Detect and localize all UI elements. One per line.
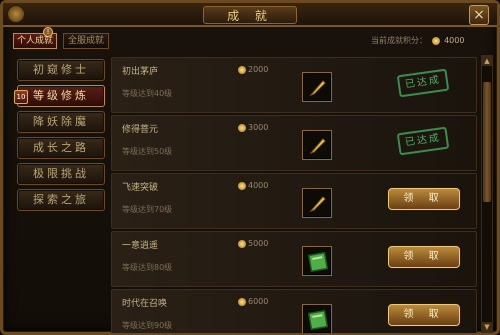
close-button[interactable]: × (469, 5, 489, 25)
reward-item-slot[interactable] (302, 72, 332, 102)
sidebar-item-challenge[interactable]: 极限挑战 (17, 163, 105, 185)
reward-item-slot[interactable] (302, 246, 332, 276)
sidebar-item-growth[interactable]: 成长之路 (17, 137, 105, 159)
coin-icon (238, 123, 246, 132)
reward-points: 5000 (236, 239, 268, 248)
achievement-name: 初出茅庐 (122, 67, 159, 77)
achievement-name: 飞速突破 (122, 183, 159, 193)
sidebar-item-label: 降妖除魔 (33, 115, 89, 128)
sidebar-count-badge: 10 (14, 90, 28, 104)
list-item: 时代在召唤 等级达到90级 6000 领 取 (111, 289, 477, 333)
sidebar-item-label: 成长之路 (33, 141, 89, 154)
claim-button[interactable]: 领 取 (388, 246, 460, 268)
reward-points: 3000 (236, 123, 268, 132)
achievement-requirement: 等级达到80级 (122, 263, 173, 272)
achievement-window: 成 就 × 个人成就 ! 全服成就 当前成就积分： 4000 初窥修士 10 等… (0, 0, 500, 335)
claim-button[interactable]: 领 取 (388, 188, 460, 210)
list-item: 一意逍遥 等级达到80级 5000 领 取 (111, 231, 477, 287)
achievement-list: 初出茅庐 等级达到40级 2000 已达成 修得菩元 等级达到50级 3000 … (111, 55, 479, 333)
coin-icon (238, 297, 246, 306)
achievement-name: 一意逍遥 (122, 241, 159, 251)
list-item: 飞速突破 等级达到70级 4000 领 取 (111, 173, 477, 229)
sidebar-item-leveling[interactable]: 10 等级修炼 (14, 85, 105, 107)
sidebar-item-label: 等级修炼 (33, 89, 89, 102)
sidebar-item-label: 探索之旅 (33, 193, 89, 206)
sidebar-item-label: 极限挑战 (33, 167, 89, 180)
completed-stamp: 已达成 (396, 126, 450, 156)
scroll-down-icon[interactable]: ▼ (482, 322, 492, 332)
coin-icon (431, 36, 440, 45)
reward-points: 4000 (236, 181, 268, 190)
reward-points: 6000 (236, 297, 268, 306)
coin-icon (238, 239, 246, 248)
score-label: 当前成就积分： (371, 36, 427, 45)
score-value: 4000 (444, 36, 465, 45)
scroll-up-icon[interactable]: ▲ (482, 56, 492, 66)
title-bar: 成 就 × (3, 3, 497, 27)
sidebar-item-beginner[interactable]: 初窥修士 (17, 59, 105, 81)
tab-alert-badge: ! (43, 27, 53, 37)
feather-icon (309, 196, 326, 213)
tab-server[interactable]: 全服成就 (63, 33, 109, 49)
list-scrollbar[interactable]: ▲ ▼ (481, 55, 493, 333)
reward-item-slot[interactable] (302, 188, 332, 218)
sidebar-item-demon[interactable]: 降妖除魔 (17, 111, 105, 133)
book-icon (307, 309, 329, 331)
sidebar-item-label: 初窥修士 (33, 63, 89, 76)
feather-icon (309, 80, 326, 97)
reward-item-slot[interactable] (302, 304, 332, 333)
coin-icon (238, 65, 246, 74)
window-title: 成 就 (203, 6, 297, 24)
scroll-thumb[interactable] (483, 82, 491, 202)
completed-stamp: 已达成 (396, 68, 450, 98)
achievement-requirement: 等级达到50级 (122, 147, 173, 156)
achievement-requirement: 等级达到90级 (122, 321, 173, 330)
list-item: 初出茅庐 等级达到40级 2000 已达成 (111, 57, 477, 113)
book-icon (307, 251, 329, 273)
sidebar-item-explore[interactable]: 探索之旅 (17, 189, 105, 211)
achievement-requirement: 等级达到40级 (122, 89, 173, 98)
feather-icon (309, 138, 326, 155)
category-sidebar: 初窥修士 10 等级修炼 降妖除魔 成长之路 极限挑战 探索之旅 (13, 55, 107, 305)
claim-button[interactable]: 领 取 (388, 304, 460, 326)
reward-item-slot[interactable] (302, 130, 332, 160)
achievement-requirement: 等级达到70级 (122, 205, 173, 214)
achievement-name: 时代在召唤 (122, 299, 168, 309)
corner-ornament-icon (7, 5, 25, 23)
score-display: 当前成就积分： 4000 (371, 35, 464, 46)
reward-points: 2000 (236, 65, 268, 74)
list-item: 修得菩元 等级达到50级 3000 已达成 (111, 115, 477, 171)
achievement-name: 修得菩元 (122, 125, 159, 135)
coin-icon (238, 181, 246, 190)
